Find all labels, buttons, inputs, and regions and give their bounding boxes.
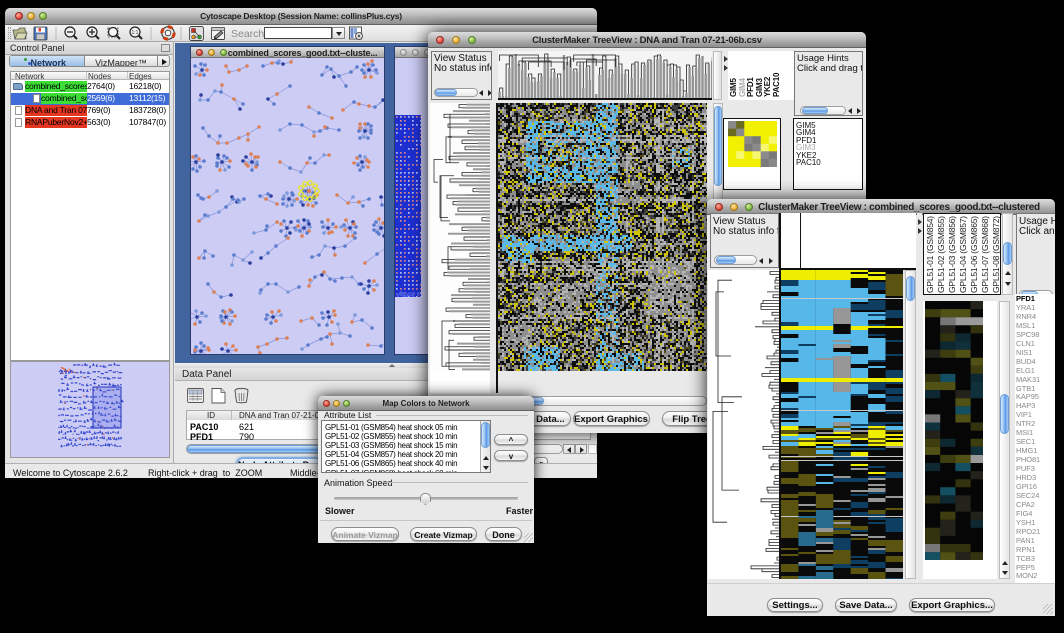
svg-text:1:1: 1:1 bbox=[132, 30, 139, 36]
